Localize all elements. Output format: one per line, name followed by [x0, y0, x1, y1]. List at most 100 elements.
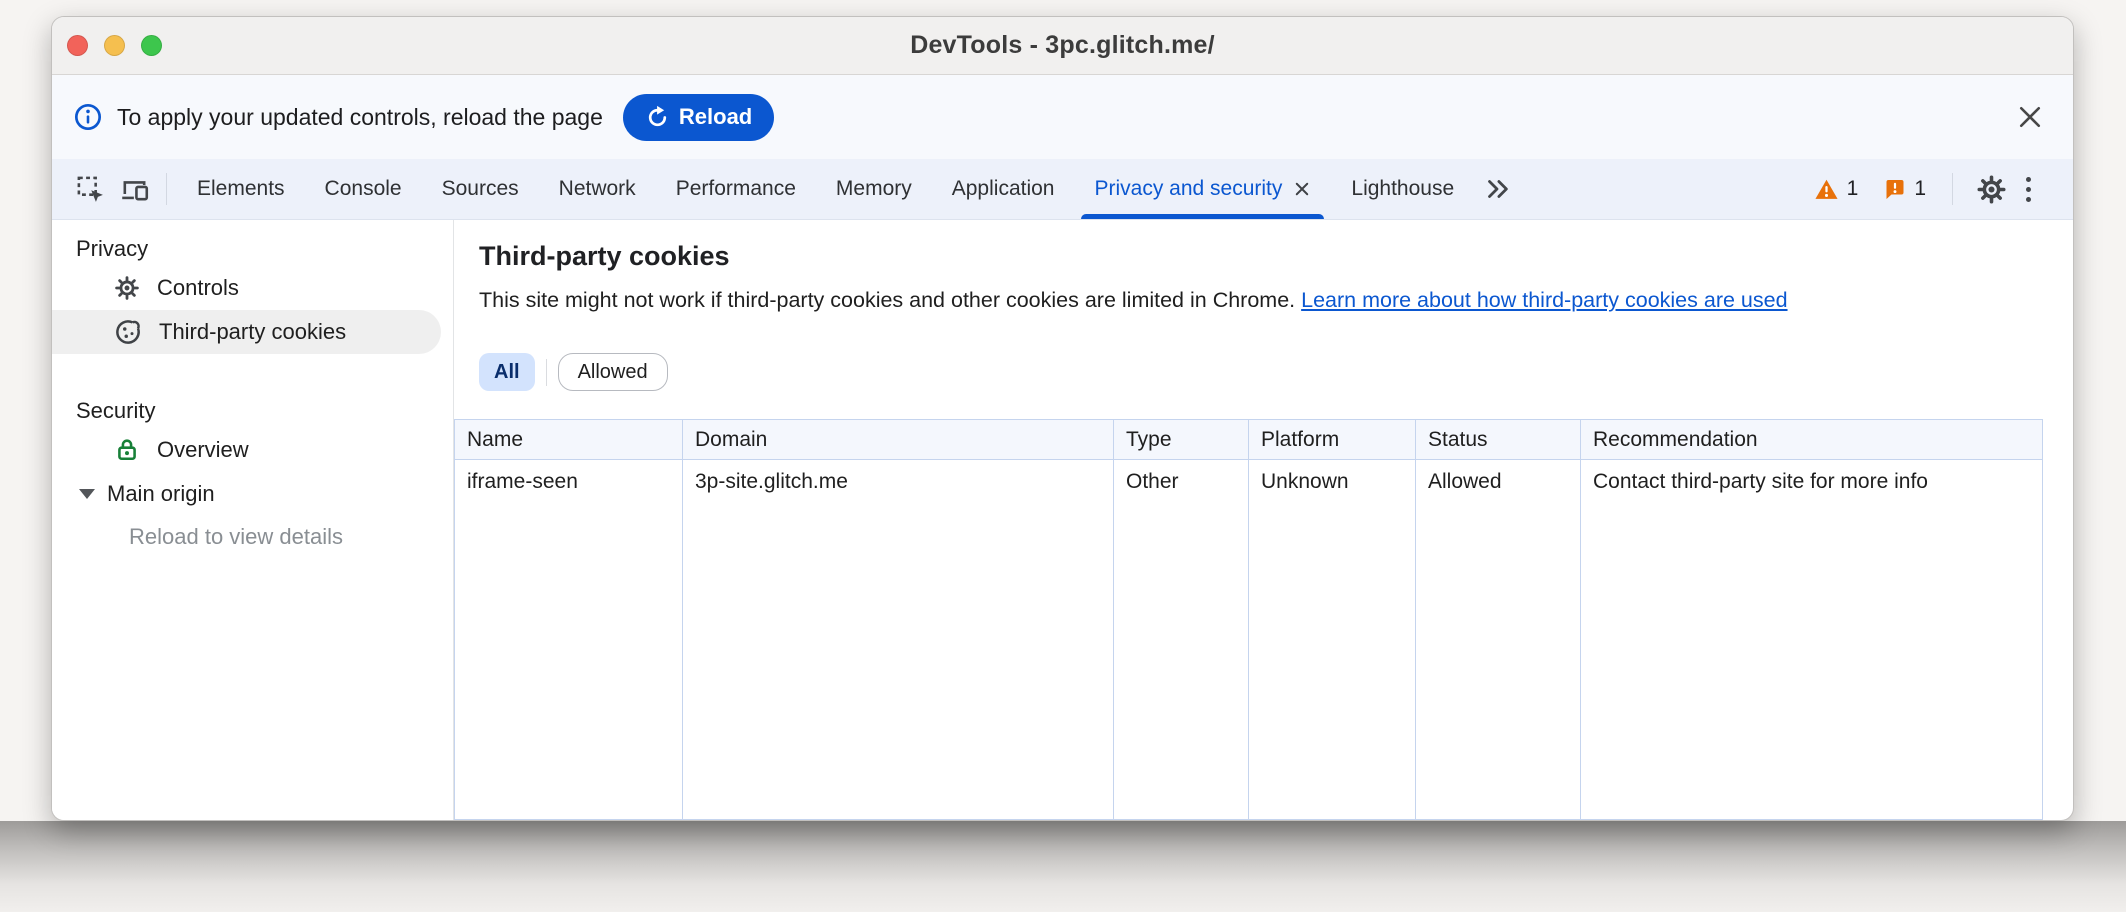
tab-privacy-and-security[interactable]: Privacy and security — [1074, 159, 1331, 219]
tab-label: Privacy and security — [1094, 177, 1282, 201]
column-name: Name iframe-seen — [455, 420, 683, 819]
column-header-platform[interactable]: Platform — [1249, 420, 1415, 460]
sidebar-note: Reload to view details — [129, 522, 453, 552]
expander-triangle-icon — [79, 489, 95, 499]
sidebar-item-controls[interactable]: Controls — [52, 266, 453, 310]
inspect-cursor-icon — [75, 174, 106, 205]
column-header-name[interactable]: Name — [455, 420, 682, 460]
lock-icon — [113, 436, 141, 464]
tab-elements[interactable]: Elements — [177, 159, 305, 219]
devtools-window: DevTools - 3pc.glitch.me/ To apply your … — [51, 16, 2074, 821]
tab-label: Network — [559, 177, 636, 201]
tab-label: Performance — [676, 177, 796, 201]
column-header-type[interactable]: Type — [1114, 420, 1248, 460]
cell-recommendation[interactable]: Contact third-party site for more info — [1581, 460, 2042, 506]
titlebar: DevTools - 3pc.glitch.me/ — [52, 17, 2073, 75]
window-title: DevTools - 3pc.glitch.me/ — [910, 31, 1215, 60]
close-tab-icon[interactable] — [1293, 180, 1311, 198]
column-status: Status Allowed — [1416, 420, 1581, 819]
tab-label: Console — [325, 177, 402, 201]
sidebar-item-label: Third-party cookies — [159, 319, 346, 345]
gear-icon — [113, 274, 141, 302]
column-header-status[interactable]: Status — [1416, 420, 1580, 460]
sidebar-item-third-party-cookies[interactable]: Third-party cookies — [52, 310, 441, 354]
sidebar-item-label: Main origin — [107, 481, 215, 507]
warning-count: 1 — [1847, 177, 1859, 201]
reload-infobar: To apply your updated controls, reload t… — [52, 75, 2073, 159]
minimize-window-button[interactable] — [104, 35, 125, 56]
cell-domain[interactable]: 3p-site.glitch.me — [683, 460, 1113, 506]
column-type: Type Other — [1114, 420, 1249, 819]
window-drop-shadow — [0, 821, 2126, 912]
selected-tab-underline — [1081, 214, 1324, 219]
tab-label: Memory — [836, 177, 912, 201]
sidebar-item-overview[interactable]: Overview — [52, 428, 453, 472]
device-toolbar-button[interactable] — [112, 167, 156, 211]
cell-status[interactable]: Allowed — [1416, 460, 1580, 506]
tab-lighthouse[interactable]: Lighthouse — [1331, 159, 1474, 219]
column-recommendation: Recommendation Contact third-party site … — [1581, 420, 2042, 819]
toolbar-divider — [1952, 173, 1953, 205]
chip-divider — [546, 359, 547, 386]
close-icon — [2015, 102, 2045, 132]
tab-sources[interactable]: Sources — [422, 159, 539, 219]
issues-bubble-icon — [1882, 177, 1906, 201]
cell-name[interactable]: iframe-seen — [455, 460, 682, 506]
tab-label: Elements — [197, 177, 285, 201]
tab-label: Lighthouse — [1351, 177, 1454, 201]
column-header-domain[interactable]: Domain — [683, 420, 1113, 460]
warnings-indicator[interactable]: 1 — [1814, 177, 1859, 202]
device-toolbar-icon — [119, 174, 150, 205]
vertical-dots-icon — [2013, 177, 2043, 202]
sidebar-section-security: Security — [76, 398, 453, 424]
cookie-icon — [113, 317, 143, 347]
cookies-table: Name iframe-seen Domain 3p-site.glitch.m… — [454, 419, 2043, 820]
page-description: This site might not work if third-party … — [479, 287, 2073, 313]
sidebar-item-label: Overview — [157, 437, 249, 463]
close-infobar-button[interactable] — [2015, 102, 2045, 132]
cell-platform[interactable]: Unknown — [1249, 460, 1415, 506]
reload-icon — [645, 105, 670, 130]
infobar-message: To apply your updated controls, reload t… — [117, 104, 603, 131]
close-window-button[interactable] — [67, 35, 88, 56]
traffic-lights — [67, 17, 162, 74]
column-domain: Domain 3p-site.glitch.me — [683, 420, 1114, 819]
page-title: Third-party cookies — [479, 240, 2073, 273]
reload-button-label: Reload — [679, 104, 752, 130]
sidebar-item-label: Controls — [157, 275, 239, 301]
third-party-cookies-panel: Third-party cookies This site might not … — [454, 220, 2073, 820]
tab-label: Application — [952, 177, 1055, 201]
panel-content: Privacy Controls — [52, 220, 2073, 820]
description-text: This site might not work if third-party … — [479, 288, 1295, 312]
tab-application[interactable]: Application — [932, 159, 1075, 219]
tab-performance[interactable]: Performance — [656, 159, 816, 219]
tab-label: Sources — [442, 177, 519, 201]
info-icon — [74, 103, 102, 131]
column-platform: Platform Unknown — [1249, 420, 1416, 819]
more-options-button[interactable] — [2013, 177, 2043, 202]
tab-memory[interactable]: Memory — [816, 159, 932, 219]
learn-more-link[interactable]: Learn more about how third-party cookies… — [1301, 288, 1787, 312]
panel-tab-bar: Elements Console Sources Network Perform… — [52, 159, 2073, 220]
more-tabs-button[interactable] — [1474, 167, 1520, 211]
inspect-element-button[interactable] — [68, 167, 112, 211]
tab-console[interactable]: Console — [305, 159, 422, 219]
warning-triangle-icon — [1814, 177, 1839, 202]
tab-network[interactable]: Network — [539, 159, 656, 219]
reload-button[interactable]: Reload — [623, 94, 774, 141]
fullscreen-window-button[interactable] — [141, 35, 162, 56]
issues-indicator[interactable]: 1 — [1882, 177, 1926, 201]
column-header-recommendation[interactable]: Recommendation — [1581, 420, 2042, 460]
gear-icon — [1975, 173, 2008, 206]
filter-all-chip[interactable]: All — [479, 353, 535, 391]
sidebar-section-privacy: Privacy — [76, 236, 453, 262]
filter-chips: All Allowed — [479, 353, 2073, 391]
sidebar-item-main-origin[interactable]: Main origin — [52, 472, 453, 516]
settings-button[interactable] — [1969, 167, 2013, 211]
desktop-background: DevTools - 3pc.glitch.me/ To apply your … — [0, 0, 2126, 912]
issue-count: 1 — [1914, 177, 1926, 201]
toolbar-divider — [166, 173, 167, 205]
filter-allowed-chip[interactable]: Allowed — [558, 353, 668, 391]
sidebar: Privacy Controls — [52, 220, 454, 820]
cell-type[interactable]: Other — [1114, 460, 1248, 506]
